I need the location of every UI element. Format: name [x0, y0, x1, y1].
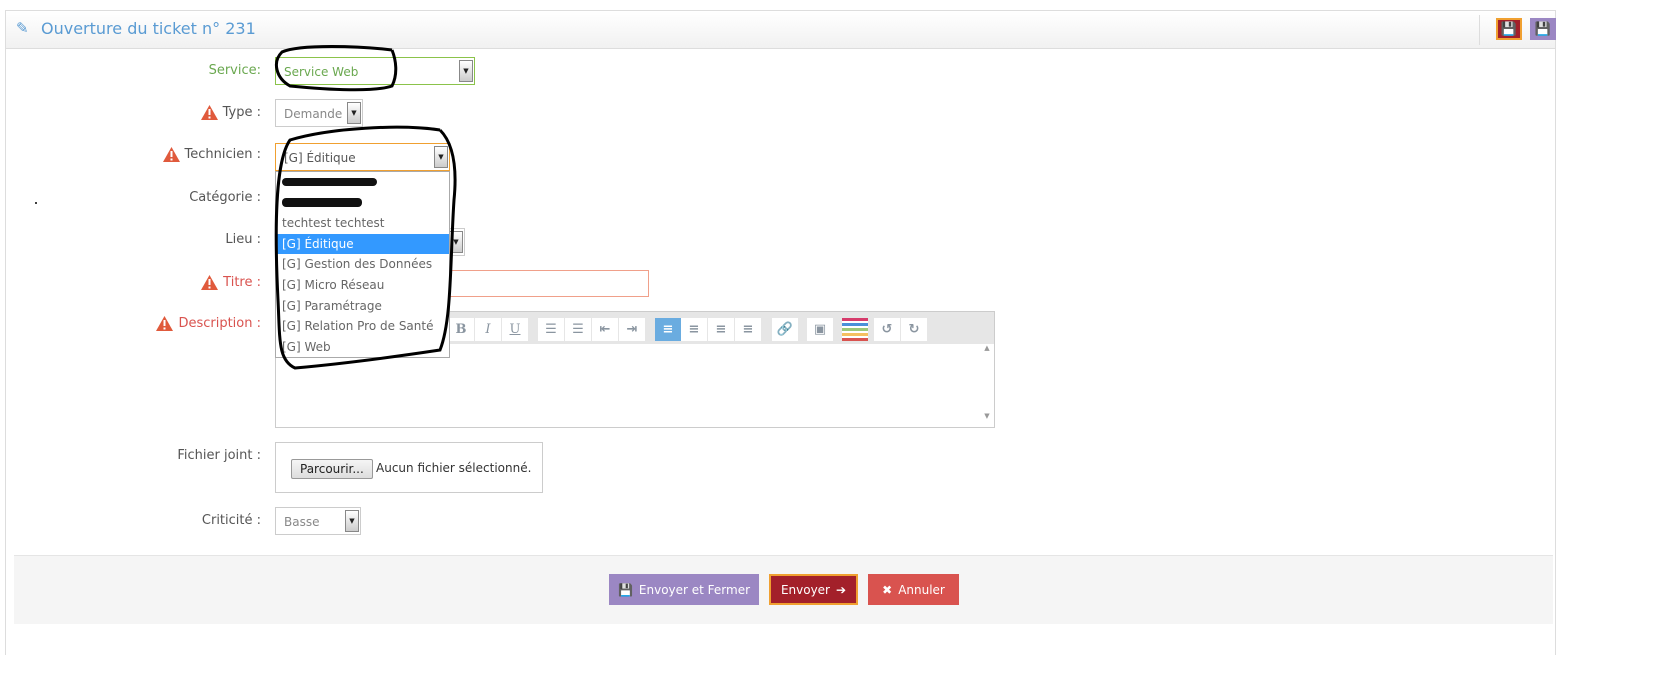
form-footer: 💾 Envoyer et Fermer Envoyer ➔ ✖ Annuler: [14, 555, 1553, 624]
outdent-icon[interactable]: ⇤: [592, 318, 618, 341]
editor-scrollbar[interactable]: ▲ ▼: [980, 344, 994, 427]
dropdown-option[interactable]: [276, 193, 449, 214]
color-icon[interactable]: [842, 318, 868, 341]
criticite-label: Criticité :: [201, 513, 261, 528]
browse-button[interactable]: Parcourir...: [291, 459, 373, 479]
save-button[interactable]: 💾: [1496, 18, 1522, 40]
technicien-select[interactable]: [G] Éditique ▼: [275, 143, 450, 171]
numbered-list-icon[interactable]: ☰: [565, 318, 591, 341]
dropdown-option[interactable]: [G] Web: [276, 337, 449, 358]
redo-icon[interactable]: ↻: [901, 318, 927, 341]
fichier-label: Fichier joint :: [177, 448, 261, 463]
page-title: Ouverture du ticket n° 231: [41, 19, 256, 38]
warning-icon: [200, 105, 218, 120]
type-select[interactable]: Demande ▼: [275, 99, 363, 127]
align-center-icon[interactable]: ≡: [681, 318, 707, 341]
categorie-label: Catégorie :: [189, 190, 261, 205]
technicien-label: Technicien :: [162, 147, 261, 162]
underline-icon[interactable]: U: [502, 318, 528, 341]
criticite-select[interactable]: Basse ▼: [275, 507, 361, 535]
floppy-icon: 💾: [1534, 21, 1552, 37]
chevron-down-icon: ▼: [449, 231, 463, 253]
undo-icon[interactable]: ↺: [874, 318, 900, 341]
warning-icon: [156, 316, 174, 331]
floppy-icon: 💾: [617, 582, 633, 597]
save-alt-button[interactable]: 💾: [1530, 18, 1556, 40]
chevron-down-icon: ▼: [347, 102, 361, 124]
panel-header: ✎ Ouverture du ticket n° 231 💾 💾: [6, 11, 1556, 49]
send-button[interactable]: Envoyer ➔: [769, 574, 858, 605]
bullet-list-icon[interactable]: ☰: [538, 318, 564, 341]
service-label: Service:: [208, 63, 261, 78]
dropdown-option[interactable]: [G] Gestion des Données: [276, 254, 449, 275]
dropdown-option-selected[interactable]: [G] Éditique: [276, 233, 449, 255]
warning-icon: [162, 147, 180, 162]
bold-icon[interactable]: B: [448, 318, 474, 341]
link-icon[interactable]: 🔗: [772, 318, 798, 341]
dropdown-option[interactable]: [G] Micro Réseau: [276, 275, 449, 296]
chevron-down-icon: ▼: [434, 146, 448, 168]
dropdown-option[interactable]: techtest techtest: [276, 213, 449, 234]
justify-icon[interactable]: ≡: [735, 318, 761, 341]
image-icon[interactable]: ▣: [807, 318, 833, 341]
align-left-icon[interactable]: ≡: [655, 318, 681, 341]
divider: [1479, 15, 1480, 45]
lieu-label: Lieu :: [225, 232, 261, 247]
ticket-icon: ✎: [16, 19, 29, 37]
technicien-dropdown[interactable]: techtest techtest [G] Éditique [G] Gesti…: [275, 171, 450, 358]
send-and-close-button[interactable]: 💾 Envoyer et Fermer: [609, 574, 759, 605]
align-right-icon[interactable]: ≡: [708, 318, 734, 341]
file-input: Parcourir... Aucun fichier sélectionné.: [275, 442, 543, 493]
arrow-right-icon: ➔: [836, 582, 847, 597]
cancel-button[interactable]: ✖ Annuler: [868, 574, 959, 605]
chevron-down-icon: ▼: [345, 510, 359, 532]
warning-icon: [201, 275, 219, 290]
dropdown-option[interactable]: [G] Relation Pro de Santé: [276, 316, 449, 337]
close-icon: ✖: [882, 582, 893, 597]
file-status: Aucun fichier sélectionné.: [376, 461, 532, 475]
service-select[interactable]: Service Web ▼: [275, 57, 475, 85]
type-label: Type :: [200, 105, 261, 120]
chevron-down-icon: ▼: [459, 60, 473, 82]
titre-label: Titre :: [201, 275, 261, 290]
dropdown-option[interactable]: [G] Paramétrage: [276, 296, 449, 317]
indent-icon[interactable]: ⇥: [619, 318, 645, 341]
dropdown-option[interactable]: [276, 172, 449, 193]
floppy-icon: 💾: [1500, 21, 1518, 37]
italic-icon[interactable]: I: [475, 318, 501, 341]
description-label: Description :: [156, 316, 261, 331]
